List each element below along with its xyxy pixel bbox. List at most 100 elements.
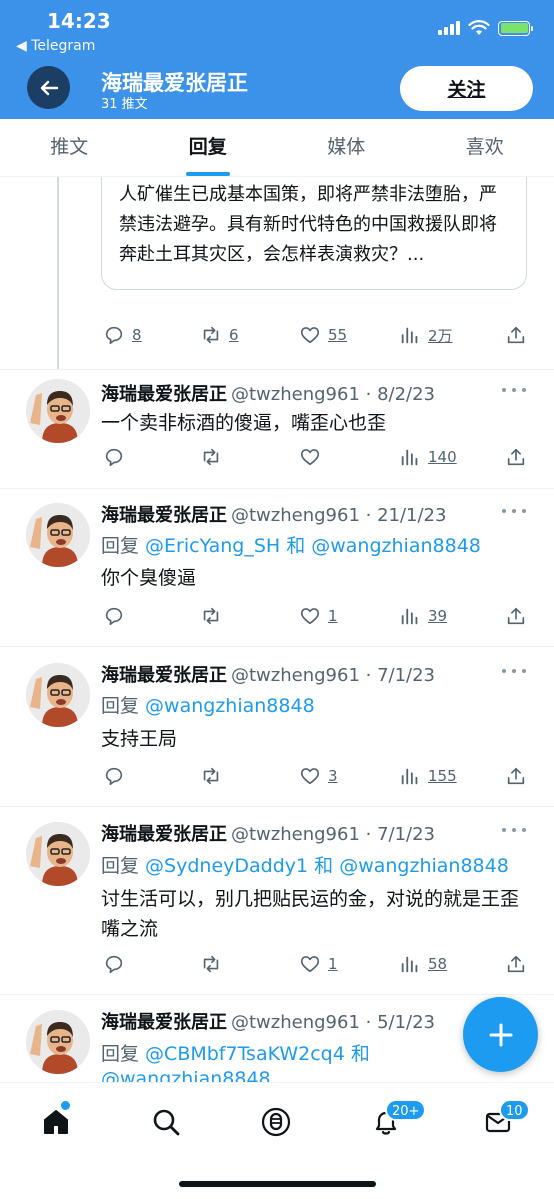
avatar[interactable] xyxy=(26,379,90,443)
avatar[interactable] xyxy=(26,503,90,567)
more-options-button[interactable] xyxy=(502,501,526,521)
tweet-author-name[interactable]: 海瑞最爱张居正 xyxy=(101,384,227,405)
tab-tweets[interactable]: 推文 xyxy=(0,119,139,176)
tweet-divider xyxy=(0,177,554,370)
more-options-button[interactable] xyxy=(502,661,526,681)
reply-prefix: 回复 xyxy=(101,855,146,877)
views-action[interactable]: 140 xyxy=(399,446,457,468)
cellular-signal-icon xyxy=(438,21,460,35)
share-icon xyxy=(507,607,525,625)
reply-mentions[interactable]: @wangzhian8848 xyxy=(145,695,315,717)
heart-icon xyxy=(300,768,320,785)
like-action[interactable] xyxy=(299,446,321,468)
reply-mentions[interactable]: @SydneyDaddy1 和 @wangzhian8848 xyxy=(145,855,509,877)
replies-feed[interactable]: 人矿催生已成基本国策，即将严禁非法堕胎，严禁违法避孕。具有新时代特色的中国救援队… xyxy=(0,177,554,1082)
tweet-text: 一个卖非标酒的傻逼，嘴歪心也歪 xyxy=(101,412,387,434)
like-count: 1 xyxy=(328,955,338,973)
tab-replies[interactable]: 回复 xyxy=(139,119,278,176)
tweet-author-name[interactable]: 海瑞最爱张居正 xyxy=(101,824,227,845)
compose-tweet-button[interactable] xyxy=(463,997,538,1072)
plus-icon xyxy=(489,1023,512,1046)
avatar[interactable] xyxy=(26,1010,90,1074)
share-action[interactable] xyxy=(505,953,527,975)
bar-chart-icon xyxy=(401,449,418,466)
tweet-text: 讨生活可以，别几把贴民运的金，对说的就是王歪嘴之流 xyxy=(101,888,520,940)
retweet-action[interactable] xyxy=(200,953,222,975)
tweet-handle-date: @twzheng961 · 21/1/23 xyxy=(231,505,447,526)
like-action[interactable]: 1 xyxy=(299,953,338,975)
tweet-count: 31 推文 xyxy=(101,97,148,112)
retweet-action[interactable] xyxy=(200,446,222,468)
profile-tabs: 推文 回复 媒体 喜欢 xyxy=(0,119,554,177)
back-to-app-link[interactable]: ◀ Telegram xyxy=(16,38,95,54)
follow-button[interactable]: 关注 xyxy=(400,66,533,111)
status-time: 14:23 xyxy=(47,9,111,33)
share-action[interactable] xyxy=(505,446,527,468)
views-action[interactable]: 39 xyxy=(399,605,447,627)
views-count: 155 xyxy=(428,767,457,785)
like-action[interactable]: 1 xyxy=(299,605,338,627)
notifications-badge: 20+ xyxy=(385,1099,427,1121)
avatar[interactable] xyxy=(26,663,90,727)
share-action[interactable] xyxy=(505,605,527,627)
views-action[interactable]: 155 xyxy=(399,765,457,787)
heart-icon xyxy=(300,608,320,625)
like-count: 3 xyxy=(328,767,338,785)
reply-action[interactable] xyxy=(103,765,125,787)
views-action[interactable]: 58 xyxy=(399,953,447,975)
tab-likes[interactable]: 喜欢 xyxy=(416,119,554,176)
reply-icon xyxy=(105,767,123,786)
tweet-header: 海瑞最爱张居正 @twzheng961 · 7/1/23 xyxy=(101,820,435,846)
nav-search[interactable] xyxy=(149,1105,183,1139)
tweet-text: 你个臭傻逼 xyxy=(101,567,197,589)
reply-prefix: 回复 xyxy=(101,695,146,717)
reply-mentions[interactable]: @EricYang_SH 和 @wangzhian8848 xyxy=(145,535,481,557)
heart-icon xyxy=(300,956,320,973)
tweet-header: 海瑞最爱张居正 @twzheng961 · 21/1/23 xyxy=(101,501,446,527)
back-button[interactable] xyxy=(27,66,70,109)
reply-action[interactable] xyxy=(103,953,125,975)
reply-action[interactable] xyxy=(103,446,125,468)
tweet-text: 支持王局 xyxy=(101,728,178,750)
avatar-image xyxy=(26,503,90,567)
tweet-item[interactable]: 海瑞最爱张居正 @twzheng961 · 8/2/23 一个卖非标酒的傻逼，嘴歪… xyxy=(0,370,554,489)
home-unread-dot xyxy=(61,1101,70,1110)
tweet-author-name[interactable]: 海瑞最爱张居正 xyxy=(101,1012,227,1033)
more-options-button[interactable] xyxy=(502,380,526,400)
tweet-author-name[interactable]: 海瑞最爱张居正 xyxy=(101,505,227,526)
reply-prefix: 回复 xyxy=(101,535,146,557)
profile-header: 14:23 ◀ Telegram 海瑞最爱张居正 31 推文 关注 xyxy=(0,0,554,119)
tweet-author-name[interactable]: 海瑞最爱张居正 xyxy=(101,665,227,686)
reply-icon xyxy=(105,448,123,467)
spaces-microphone-icon xyxy=(261,1107,291,1137)
nav-spaces[interactable] xyxy=(259,1105,293,1139)
search-icon xyxy=(153,1109,180,1136)
reply-to-line: 回复 @wangzhian8848 xyxy=(101,691,315,718)
retweet-icon xyxy=(203,607,219,625)
avatar-image xyxy=(26,379,90,443)
retweet-icon xyxy=(203,955,219,973)
more-options-button[interactable] xyxy=(502,820,526,840)
reply-prefix: 回复 xyxy=(101,1043,146,1065)
tweet-item[interactable]: 海瑞最爱张居正 @twzheng961 · 7/1/23 回复 @wangzhia… xyxy=(0,647,554,807)
heart-icon xyxy=(300,449,320,466)
tweet-item[interactable]: 海瑞最爱张居正 @twzheng961 · 21/1/23 回复 @EricYan… xyxy=(0,489,554,647)
tweet-item[interactable]: 海瑞最爱张居正 @twzheng961 · 7/1/23 回复 @SydneyDa… xyxy=(0,807,554,995)
reply-mentions[interactable]: @CBMbf7TsaKW2cq4 和 xyxy=(145,1043,370,1065)
tweet-actions: 3 155 xyxy=(0,765,554,789)
views-count: 58 xyxy=(428,955,448,973)
share-action[interactable] xyxy=(505,765,527,787)
nav-home[interactable] xyxy=(39,1105,73,1139)
like-action[interactable]: 3 xyxy=(299,765,338,787)
reply-mentions-2[interactable]: @wangzhian8848 xyxy=(101,1068,271,1082)
reply-to-line: 回复 @EricYang_SH 和 @wangzhian8848 xyxy=(101,531,481,558)
battery-icon xyxy=(498,20,533,36)
status-icons xyxy=(438,20,533,36)
share-icon xyxy=(507,448,525,466)
avatar[interactable] xyxy=(26,822,90,886)
tweet-actions: 140 xyxy=(0,446,554,470)
retweet-action[interactable] xyxy=(200,765,222,787)
tab-media[interactable]: 媒体 xyxy=(277,119,416,176)
reply-action[interactable] xyxy=(103,605,125,627)
retweet-action[interactable] xyxy=(200,605,222,627)
